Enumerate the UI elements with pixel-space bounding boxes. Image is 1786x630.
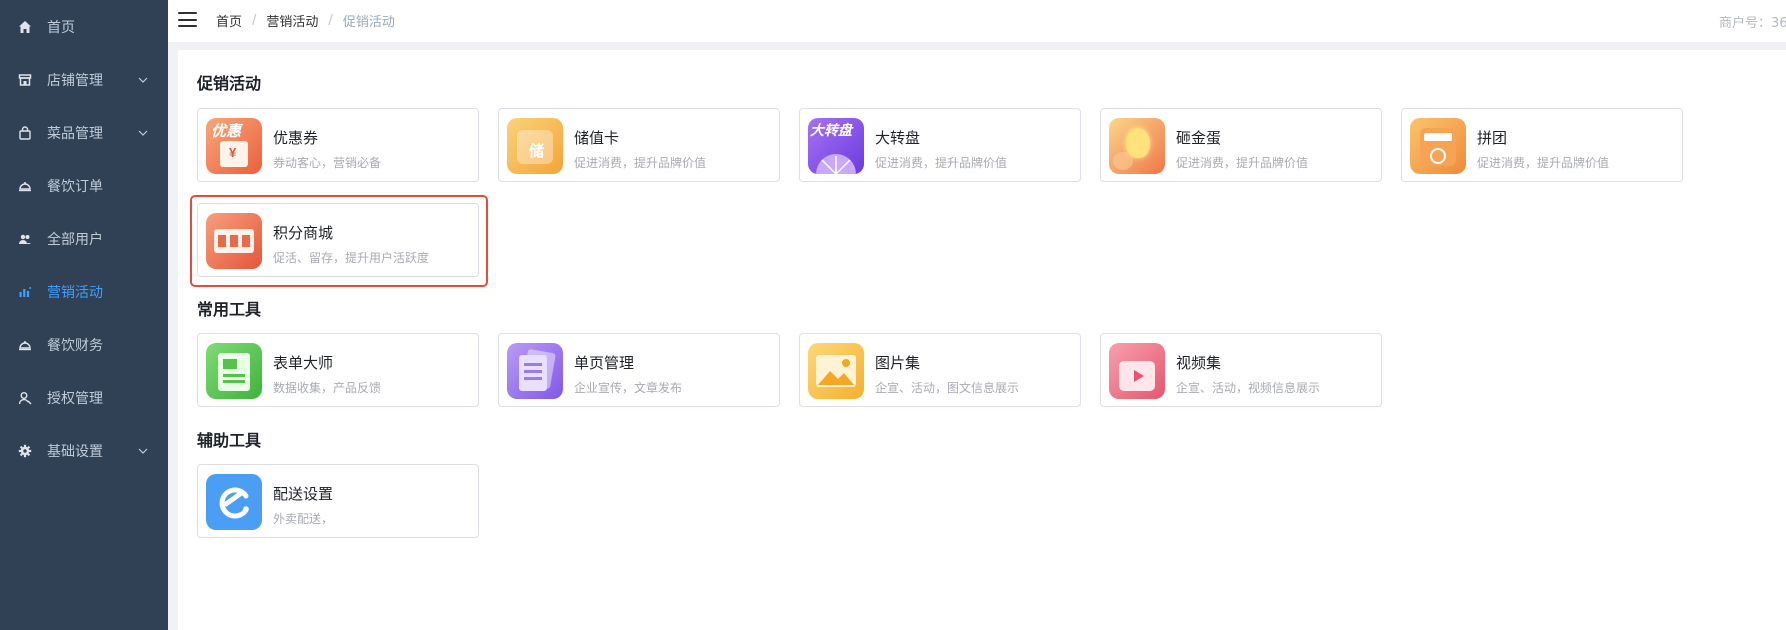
sidebar-item-label: 餐饮订单 — [47, 178, 103, 195]
users-icon — [17, 231, 33, 247]
sidebar-item-home[interactable]: 首页 — [0, 0, 168, 53]
card-desc: 企宣、活动，视频信息展示 — [1176, 381, 1321, 395]
sidebar-item-label: 授权管理 — [47, 390, 103, 407]
breadcrumb-separator: / — [252, 12, 257, 28]
breadcrumb-home[interactable]: 首页 — [216, 11, 242, 30]
user-key-icon — [17, 390, 33, 406]
golden-egg-icon — [1109, 118, 1165, 174]
gear-icon — [17, 443, 33, 459]
video-gallery-icon — [1109, 343, 1165, 399]
sidebar-item-orders[interactable]: 餐饮订单 — [0, 159, 168, 212]
card-title: 配送设置 — [273, 485, 334, 503]
sidebar: 首页 店铺管理 菜品管理 餐饮订单 全部用户 营销活动 餐饮财务 授权管理 基础… — [0, 0, 168, 630]
card-title: 储值卡 — [574, 129, 620, 147]
card-desc: 促进消费，提升品牌价值 — [1477, 156, 1610, 170]
card-desc: 券动客心，营销必备 — [273, 156, 382, 170]
card-page-manage[interactable]: 单页管理 企业宣传，文章发布 — [498, 333, 780, 407]
sidebar-item-dishes[interactable]: 菜品管理 — [0, 106, 168, 159]
merchant-id: 商户号：36 — [1719, 16, 1786, 31]
chart-icon — [17, 284, 33, 300]
card-video-gallery[interactable]: 视频集 企宣、活动，视频信息展示 — [1100, 333, 1382, 407]
sidebar-item-marketing[interactable]: 营销活动 — [0, 265, 168, 318]
card-desc: 促活、留存，提升用户活跃度 — [273, 251, 430, 265]
page-icon — [507, 343, 563, 399]
store-icon — [17, 72, 33, 88]
cloche-icon — [17, 178, 33, 194]
card-coupon[interactable]: 优惠 ¥ 优惠券 券动客心，营销必备 — [197, 108, 479, 182]
card-desc: 促进消费，提升品牌价值 — [875, 156, 1008, 170]
card-title: 优惠券 — [273, 129, 319, 147]
card-title: 积分商城 — [273, 224, 334, 242]
coupon-icon: 优惠 ¥ — [206, 118, 262, 174]
sidebar-item-auth[interactable]: 授权管理 — [0, 371, 168, 424]
card-title: 视频集 — [1176, 354, 1222, 372]
breadcrumb-marketing[interactable]: 营销活动 — [266, 11, 318, 30]
sidebar-item-finance[interactable]: 餐饮财务 — [0, 318, 168, 371]
sidebar-item-users[interactable]: 全部用户 — [0, 212, 168, 265]
home-icon — [17, 19, 33, 35]
chevron-down-icon — [138, 130, 148, 136]
card-title: 大转盘 — [875, 129, 921, 147]
sidebar-item-label: 首页 — [47, 19, 75, 36]
delivery-icon — [206, 474, 262, 530]
section-title-tools: 常用工具 — [197, 300, 262, 319]
top-header: 首页 / 营销活动 / 促销活动 商户号：36 — [168, 0, 1786, 42]
stored-value-card-icon: 储 — [507, 118, 563, 174]
sidebar-item-label: 菜品管理 — [47, 125, 103, 142]
card-title: 图片集 — [875, 354, 921, 372]
form-icon — [206, 343, 262, 399]
card-title: 单页管理 — [574, 354, 635, 372]
card-title: 拼团 — [1477, 129, 1508, 147]
sidebar-item-label: 营销活动 — [47, 284, 103, 301]
hamburger-menu-icon[interactable] — [178, 11, 198, 29]
card-stored-value[interactable]: 储 储值卡 促进消费，提升品牌价值 — [498, 108, 780, 182]
sidebar-item-label: 基础设置 — [47, 443, 103, 460]
sidebar-item-settings[interactable]: 基础设置 — [0, 424, 168, 477]
breadcrumb: 首页 / 营销活动 / 促销活动 — [216, 0, 395, 40]
breadcrumb-separator: / — [328, 12, 333, 28]
chevron-down-icon — [138, 77, 148, 83]
cloche-icon — [17, 337, 33, 353]
card-group-buy[interactable]: 拼团 促进消费，提升品牌价值 — [1401, 108, 1683, 182]
points-mall-icon — [206, 213, 262, 269]
chevron-down-icon — [138, 448, 148, 454]
card-image-gallery[interactable]: 图片集 企宣、活动，图文信息展示 — [799, 333, 1081, 407]
sidebar-item-label: 店铺管理 — [47, 72, 103, 89]
image-gallery-icon — [808, 343, 864, 399]
card-title: 砸金蛋 — [1176, 129, 1222, 147]
card-desc: 外卖配送， — [273, 512, 334, 526]
section-title-promotions: 促销活动 — [197, 74, 262, 93]
card-desc: 数据收集，产品反馈 — [273, 381, 382, 395]
card-form-master[interactable]: 表单大师 数据收集，产品反馈 — [197, 333, 479, 407]
card-desc: 企业宣传，文章发布 — [574, 381, 683, 395]
group-buy-icon — [1410, 118, 1466, 174]
card-desc: 企宣、活动，图文信息展示 — [875, 381, 1020, 395]
sidebar-item-label: 餐饮财务 — [47, 337, 103, 354]
card-delivery[interactable]: 配送设置 外卖配送， — [197, 464, 479, 538]
card-desc: 促进消费，提升品牌价值 — [1176, 156, 1309, 170]
bag-icon — [17, 125, 33, 141]
card-desc: 促进消费，提升品牌价值 — [574, 156, 707, 170]
card-title: 表单大师 — [273, 354, 334, 372]
sidebar-item-label: 全部用户 — [47, 231, 103, 248]
wheel-icon: 大转盘 — [808, 118, 864, 174]
card-golden-egg[interactable]: 砸金蛋 促进消费，提升品牌价值 — [1100, 108, 1382, 182]
section-title-auxiliary: 辅助工具 — [197, 431, 262, 450]
card-points-mall[interactable]: 积分商城 促活、留存，提升用户活跃度 — [197, 203, 479, 277]
breadcrumb-current: 促销活动 — [342, 14, 395, 30]
sidebar-item-store[interactable]: 店铺管理 — [0, 53, 168, 106]
card-wheel[interactable]: 大转盘 大转盘 促进消费，提升品牌价值 — [799, 108, 1081, 182]
